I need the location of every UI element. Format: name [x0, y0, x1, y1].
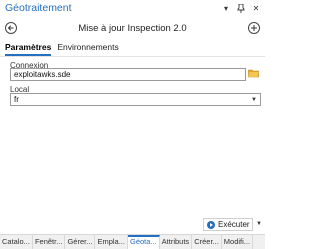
- bottom-tab-attributs[interactable]: Attributs: [160, 235, 193, 249]
- pin-icon[interactable]: [236, 3, 246, 13]
- pane-title-bar: Géotraitement ▾ ✕: [0, 0, 265, 19]
- bottom-tab-gerer[interactable]: Gérer...: [65, 235, 96, 249]
- dropdown-arrow-icon[interactable]: ▾: [221, 3, 231, 13]
- bottom-tab-emplacements[interactable]: Empla...: [95, 235, 128, 249]
- bottom-tab-catalogue[interactable]: Catalo...: [0, 235, 33, 249]
- bottom-tab-modifier[interactable]: Modifi...: [222, 235, 254, 249]
- bottom-tab-geotraitement[interactable]: Géota...: [127, 235, 160, 249]
- local-value: fr: [14, 95, 19, 104]
- tab-parametres[interactable]: Paramètres: [5, 42, 52, 56]
- tab-environnements[interactable]: Environnements: [57, 42, 118, 56]
- tool-header: Mise à jour Inspection 2.0: [0, 19, 265, 37]
- chevron-down-icon: ▼: [251, 97, 257, 103]
- run-icon: [207, 220, 215, 229]
- pane-title: Géotraitement: [5, 2, 72, 14]
- connexion-field[interactable]: exploitawks.sde: [10, 68, 246, 81]
- bottom-tab-fenetre[interactable]: Fenêtr...: [33, 235, 66, 249]
- run-area: Exécuter ▼: [0, 217, 265, 232]
- tool-tabs: Paramètres Environnements: [5, 42, 119, 56]
- close-icon[interactable]: ✕: [251, 3, 261, 13]
- tool-title: Mise à jour Inspection 2.0: [78, 23, 187, 34]
- connexion-value: exploitawks.sde: [14, 70, 71, 79]
- run-button[interactable]: Exécuter: [203, 218, 253, 231]
- run-options-chevron-icon[interactable]: ▼: [256, 221, 262, 227]
- add-button[interactable]: [248, 22, 260, 34]
- bottom-pane-tabs: Catalo... Fenêtr... Gérer... Empla... Gé…: [0, 234, 265, 249]
- bottom-tab-creer[interactable]: Créer...: [192, 235, 222, 249]
- plus-icon: [251, 25, 257, 31]
- pane-title-icons: ▾ ✕: [221, 3, 261, 13]
- local-select[interactable]: fr ▼: [10, 93, 261, 106]
- tabs-divider: [0, 56, 265, 57]
- folder-icon[interactable]: [248, 68, 259, 78]
- run-label: Exécuter: [218, 220, 250, 229]
